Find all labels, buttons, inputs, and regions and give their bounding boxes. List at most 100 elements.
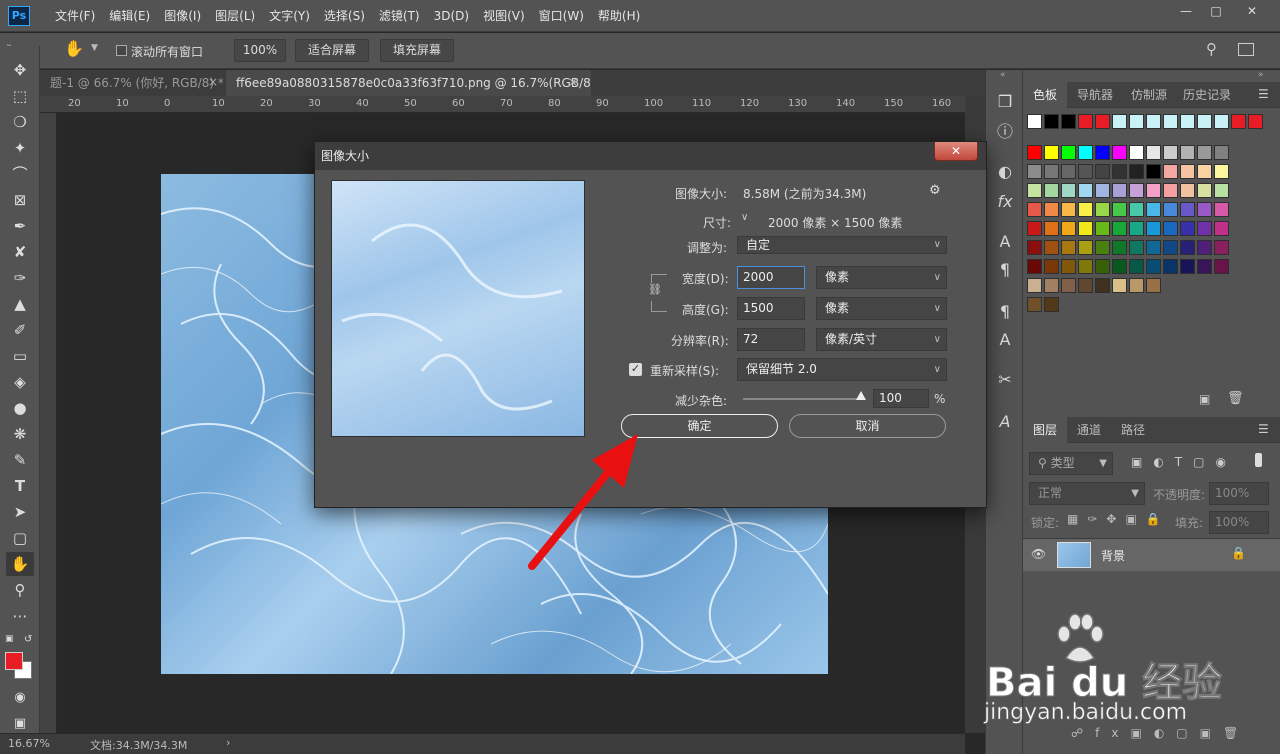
filter-icons[interactable]: ▣◐T▢◉ [1131,455,1237,469]
chevron-down-icon[interactable]: ▼ [91,43,98,53]
eye-icon[interactable]: 👁 [1031,547,1046,561]
color-swatch[interactable] [1061,164,1076,179]
color-swatch[interactable] [1214,202,1229,217]
color-swatch[interactable] [1146,145,1161,160]
color-swatch[interactable] [1197,259,1212,274]
color-swatch[interactable] [1214,240,1229,255]
image-preview[interactable] [331,180,585,437]
chevron-down-icon[interactable]: ∨ [741,212,748,223]
color-swatch[interactable] [1180,145,1195,160]
tab-swatches[interactable]: 色板 [1023,82,1068,108]
color-swatch[interactable] [1078,114,1093,129]
width-unit-select[interactable]: 像素 ∨ [816,266,947,289]
color-swatch[interactable] [1112,278,1127,293]
fit-screen-button[interactable]: 适合屏幕 [295,39,369,62]
color-swatch[interactable] [1078,164,1093,179]
tab-layers[interactable]: 图层 [1023,417,1068,443]
color-swatch[interactable] [1027,278,1042,293]
color-swatch[interactable] [1061,114,1076,129]
collapse-icon[interactable]: » [1258,70,1264,80]
color-swatch[interactable] [1112,202,1127,217]
color-swatch[interactable] [1095,183,1110,198]
color-swatch[interactable] [1061,221,1076,236]
color-swatch[interactable] [1163,221,1178,236]
chevron-right-icon[interactable]: › [226,736,230,749]
link-chain-icon[interactable]: ⛓ [648,283,662,301]
width-input[interactable]: 2000 [737,266,805,289]
default-colors-icon[interactable]: ▣ [5,634,14,644]
color-swatch[interactable] [1214,114,1229,129]
color-swatch[interactable] [1027,240,1042,255]
color-swatch[interactable] [1112,164,1127,179]
color-swatch[interactable] [1180,164,1195,179]
color-swatch[interactable] [1180,221,1195,236]
tab-document-1[interactable]: 题-1 @ 66.7% (你好, RGB/8) * [40,70,223,96]
color-swatch[interactable] [1146,202,1161,217]
color-swatch[interactable] [1112,183,1127,198]
healing-brush-icon[interactable]: ✘ [6,240,34,264]
character-icon[interactable]: A [993,230,1017,254]
noise-slider-track[interactable] [743,398,865,400]
color-swatch[interactable] [1163,114,1178,129]
minimize-icon[interactable]: — [1170,0,1202,22]
color-swatch[interactable] [1061,183,1076,198]
color-swatch[interactable] [1061,278,1076,293]
foreground-color-swatch[interactable] [5,652,23,670]
filter-toggle-icon[interactable] [1255,453,1262,467]
color-swatch[interactable] [1112,221,1127,236]
resample-checkbox[interactable]: ✓ [629,363,642,376]
pen-tool-icon[interactable]: ✎ [6,448,34,472]
path-select-icon[interactable]: ➤ [6,500,34,524]
color-swatch[interactable] [1146,114,1161,129]
eyedropper-icon[interactable]: ✒ [6,214,34,238]
noise-slider-thumb[interactable] [856,391,866,400]
color-swatch[interactable] [1146,240,1161,255]
brush-tool-icon[interactable]: ✑ [6,266,34,290]
blend-mode-select[interactable]: 正常 ▼ [1029,482,1145,505]
fill-field[interactable]: 100% [1209,511,1269,534]
fit-to-select[interactable]: 自定 ∨ [737,236,947,254]
color-swatch[interactable] [1112,259,1127,274]
color-swatch[interactable] [1197,164,1212,179]
color-swatch[interactable] [1044,114,1059,129]
color-swatch[interactable] [1044,297,1059,312]
color-swatch[interactable] [1095,221,1110,236]
color-swatch[interactable] [1027,221,1042,236]
resolution-unit-select[interactable]: 像素/英寸 ∨ [816,328,947,351]
color-swatch[interactable] [1163,145,1178,160]
color-swatch[interactable] [1180,240,1195,255]
opacity-field[interactable]: 100% [1209,482,1269,505]
menu-item[interactable]: 文件(F) [48,0,102,32]
color-swatch[interactable] [1214,221,1229,236]
color-swatch[interactable] [1027,259,1042,274]
color-swatch[interactable] [1027,183,1042,198]
type-tool-icon[interactable]: T [6,474,34,498]
menu-item[interactable]: 窗口(W) [532,0,591,32]
color-swatch[interactable] [1163,259,1178,274]
color-swatch[interactable] [1129,183,1144,198]
move-tool-icon[interactable]: ✥ [6,58,34,82]
scroll-all-checkbox[interactable] [116,45,127,56]
resample-select[interactable]: 保留细节 2.0 ∨ [737,358,947,381]
color-swatch[interactable] [1044,145,1059,160]
color-swatch[interactable] [1129,240,1144,255]
tab-navigator[interactable]: 导航器 [1067,82,1123,108]
layer-filter-select[interactable]: ⚲ 类型 ▼ [1029,452,1113,475]
hand-tool-icon[interactable]: ✋ [64,39,84,58]
trash-icon[interactable]: 🗑 [1227,391,1244,406]
color-swatch[interactable] [1112,114,1127,129]
menu-item[interactable]: 帮助(H) [591,0,647,32]
menu-item[interactable]: 编辑(E) [102,0,157,32]
color-swatch[interactable] [1214,259,1229,274]
color-swatch[interactable] [1197,202,1212,217]
color-swatch[interactable] [1044,278,1059,293]
menu-item[interactable]: 图层(L) [208,0,262,32]
color-swatch[interactable] [1214,164,1229,179]
color-swatch[interactable] [1146,183,1161,198]
color-swatch[interactable] [1044,183,1059,198]
more-tools-icon[interactable]: ⋯ [6,604,34,628]
color-swatch[interactable] [1197,183,1212,198]
crop-tool-icon[interactable]: ⌒ [6,162,34,186]
color-swatch[interactable] [1044,164,1059,179]
styles-icon[interactable]: fx [993,190,1017,214]
